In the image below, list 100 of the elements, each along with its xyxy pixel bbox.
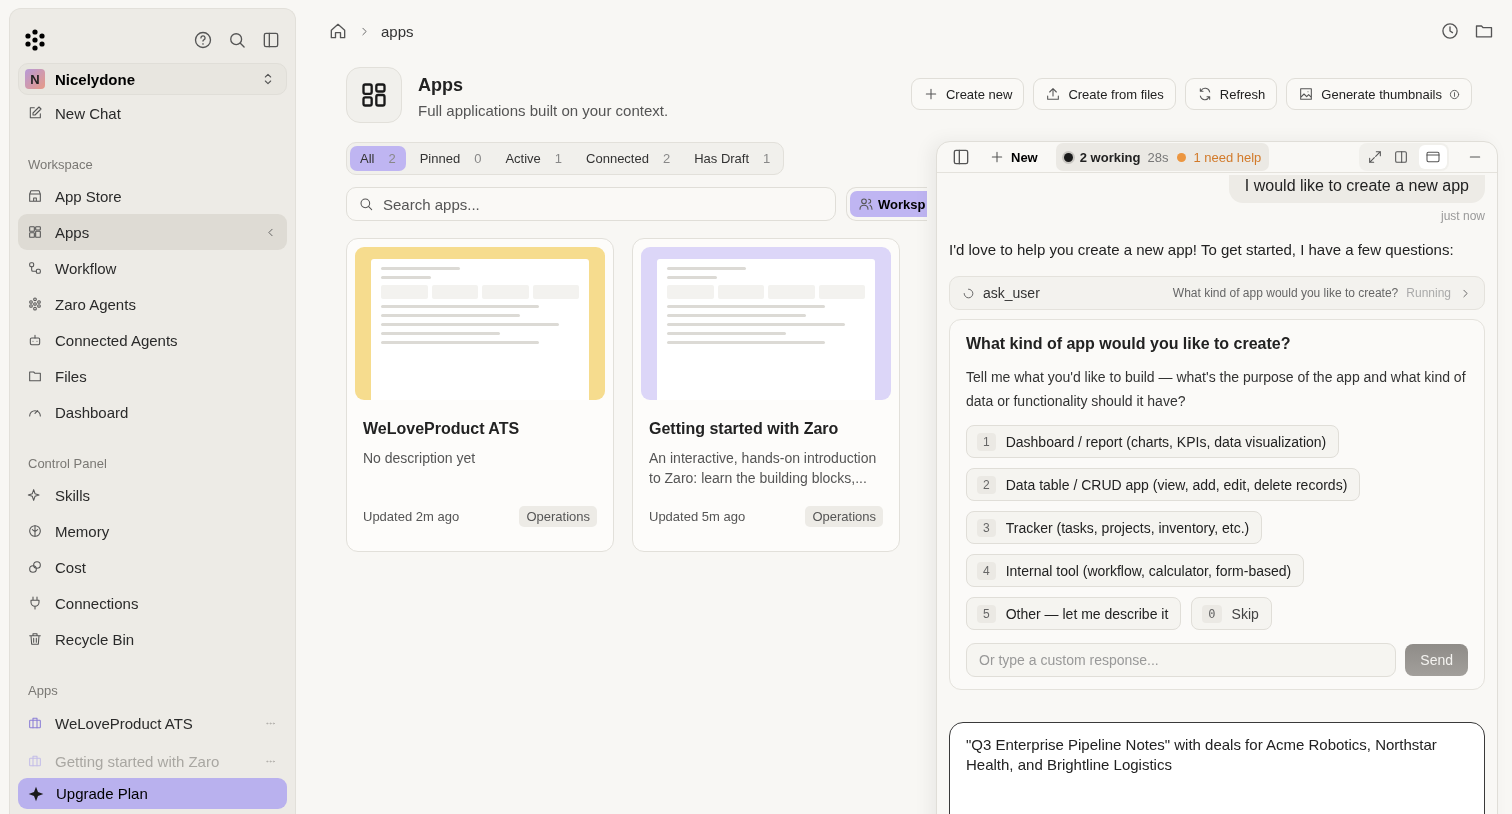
workspace-avatar: N: [25, 69, 45, 89]
question-title: What kind of app would you like to create?: [966, 335, 1292, 353]
sidebar-toggle-icon[interactable]: [261, 30, 281, 50]
option-number: 3: [977, 518, 996, 537]
sidebar-item[interactable]: Skills: [18, 477, 287, 513]
toolbar-button[interactable]: Refresh: [1184, 78, 1278, 110]
grid-icon: [27, 224, 43, 240]
folder-icon: [27, 368, 43, 384]
grid-icon: [360, 81, 388, 109]
workspace-filter-button[interactable]: Worksp: [850, 191, 928, 217]
sidebar-item[interactable]: Workflow: [18, 250, 287, 286]
sparkle-icon: [28, 785, 44, 802]
toolbar-button[interactable]: Generate thumbnails: [1286, 78, 1472, 110]
plug-icon: [27, 595, 43, 611]
option-number: 5: [977, 604, 996, 623]
app-card[interactable]: Getting started with Zaro An interactive, hands-on introduction to Zaro: learn the building blocks,... Updated 5m ago Operations: [632, 238, 900, 552]
expand-icon[interactable]: [1367, 149, 1383, 165]
filter-tab[interactable]: All 2: [350, 146, 406, 171]
search-icon: [358, 196, 374, 212]
answer-option[interactable]: 4 Internal tool (workflow, calculator, form-based): [966, 554, 1305, 587]
answer-option[interactable]: 1 Dashboard / report (charts, KPIs, data visualization): [966, 425, 1340, 458]
app-description: An interactive, hands-on introduction to Zaro: learn the building blocks,...: [649, 449, 878, 488]
dots-icon: [27, 296, 43, 312]
updated-time: Updated 2m ago: [363, 509, 460, 524]
edit-icon: [27, 105, 43, 121]
shortcut-key: 0: [1202, 604, 1222, 623]
filter-tab[interactable]: Has Draft 1: [684, 146, 781, 171]
category-tag: Operations: [805, 506, 883, 527]
custom-response-field[interactable]: Or type a custom response...: [966, 643, 1397, 677]
users-icon: [858, 196, 874, 212]
sidebar-app-item[interactable]: WeLoveProduct ATS: [18, 704, 287, 742]
filter-tab[interactable]: Pinned 0: [409, 146, 492, 171]
breadcrumb-item[interactable]: apps: [381, 22, 414, 40]
window-icon: [1425, 149, 1441, 165]
app-icon: [27, 715, 43, 731]
app-icon: [27, 753, 43, 769]
filter-tab[interactable]: Active 1: [495, 146, 573, 171]
split-view-icon[interactable]: [1393, 149, 1409, 165]
toolbar-button[interactable]: Create from files: [1033, 78, 1176, 110]
tool-name: ask_user: [983, 285, 1040, 301]
upload-icon: [1045, 86, 1062, 102]
sidebar-item[interactable]: Recycle Bin: [18, 621, 287, 657]
sidebar-item[interactable]: Connections: [18, 585, 287, 621]
app-card[interactable]: WeLoveProduct ATS No description yet Updated 2m ago Operations: [346, 238, 614, 552]
sidebar-item[interactable]: Cost: [18, 549, 287, 585]
answer-option[interactable]: 5 Other — let me describe it: [966, 597, 1182, 630]
app-title: Getting started with Zaro: [649, 420, 840, 438]
upgrade-plan-button[interactable]: Upgrade Plan: [18, 778, 287, 809]
filter-tab[interactable]: Connected 2: [576, 146, 681, 171]
app-title: WeLoveProduct ATS: [363, 420, 521, 438]
tool-status: Running: [1406, 286, 1451, 300]
search-field[interactable]: Search apps...: [346, 187, 836, 221]
question-text: Tell me what you'd like to build — what's the purpose of the app and what kind of data or functionality should it have?: [966, 368, 1467, 411]
sidebar-item[interactable]: Dashboard: [18, 394, 287, 430]
search-icon[interactable]: [227, 30, 247, 50]
app-description: No description yet: [363, 449, 477, 468]
clock-icon[interactable]: [1440, 21, 1460, 41]
section-title: Workspace: [28, 157, 94, 172]
answer-option[interactable]: 2 Data table / CRUD app (view, add, edit, delete records): [966, 468, 1361, 501]
sidebar-item[interactable]: Connected Agents: [18, 322, 287, 358]
status-dot: [1177, 152, 1187, 162]
skip-button[interactable]: 0 Skip: [1191, 597, 1272, 630]
agent-status-pill[interactable]: 2 working 28s 1 need help: [1055, 143, 1270, 171]
workspace-switcher[interactable]: N Nicelydone: [18, 63, 287, 95]
need-help-count: 1 need help: [1193, 149, 1262, 165]
sidebar-item[interactable]: Apps: [18, 214, 287, 250]
updated-time: Updated 5m ago: [649, 509, 746, 524]
sidebar-toggle-icon[interactable]: [951, 147, 971, 167]
tool-call-row[interactable]: ask_user What kind of app would you like to create? Running: [949, 276, 1485, 310]
image-icon: [1298, 86, 1315, 102]
home-icon[interactable]: [328, 21, 348, 41]
toolbar-button[interactable]: Create new: [910, 78, 1025, 110]
workspace-name: Nicelydone: [55, 70, 137, 88]
help-icon[interactable]: [193, 30, 213, 50]
bot-icon: [27, 332, 43, 348]
coins-icon: [27, 559, 43, 575]
working-count: 2 working: [1079, 149, 1141, 165]
assistant-message: I'd love to help you create a new app! To get started, I have a few questions:: [949, 241, 1455, 258]
store-icon: [27, 188, 43, 204]
answer-option[interactable]: 3 Tracker (tasks, projects, inventory, etc.): [966, 511, 1263, 544]
category-tag: Operations: [519, 506, 597, 527]
message-composer[interactable]: "Q3 Enterprise Pipeline Notes" with deals for Acme Robotics, Northstar Health, and Brightline Logistics: [949, 722, 1485, 814]
composer-text: "Q3 Enterprise Pipeline Notes" with deals for Acme Robotics, Northstar Health, and Brightline Logistics: [966, 736, 1437, 773]
status-dot: [1063, 152, 1073, 162]
elapsed-time: 28s: [1147, 149, 1169, 165]
page-title: Apps: [418, 75, 464, 96]
sidebar-item[interactable]: Files: [18, 358, 287, 394]
sidebar-item[interactable]: Memory: [18, 513, 287, 549]
new-chat-button[interactable]: New Chat: [18, 95, 287, 131]
option-number: 4: [977, 561, 996, 580]
sidebar-item[interactable]: Zaro Agents: [18, 286, 287, 322]
option-number: 2: [977, 475, 996, 494]
info-icon: [1449, 88, 1460, 100]
new-chat-button[interactable]: New: [983, 148, 1044, 166]
page-subtitle: Full applications built on your context.: [418, 102, 669, 119]
section-title: Control Panel: [28, 456, 108, 471]
user-message: I would like to create a new app: [1228, 175, 1485, 203]
window-view-button[interactable]: [1419, 145, 1447, 169]
sidebar-item[interactable]: App Store: [18, 178, 287, 214]
option-number: 1: [977, 432, 996, 451]
